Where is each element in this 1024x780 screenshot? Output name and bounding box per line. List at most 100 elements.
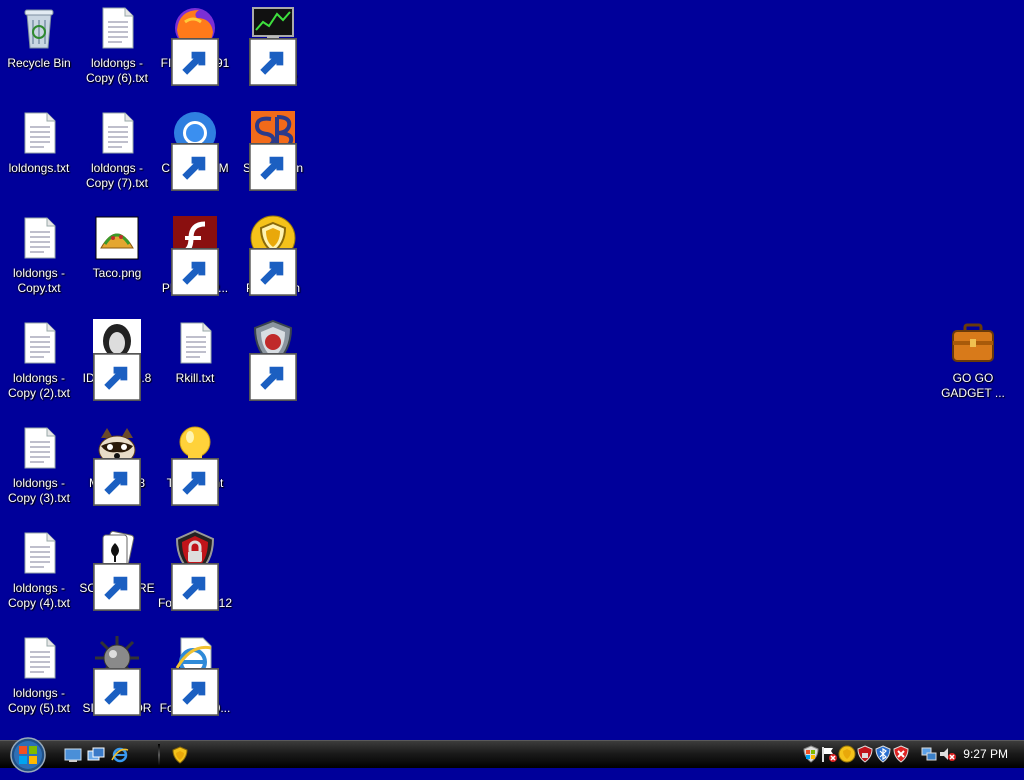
taskbar-separator xyxy=(158,744,160,766)
lightbulb-icon xyxy=(171,424,219,506)
text-file-icon xyxy=(93,4,141,52)
red-x-shield-icon xyxy=(893,745,909,763)
desktop-icon-loldongs-copy-5-txt[interactable]: loldongs - Copy (5).txt xyxy=(0,632,78,732)
internet-explorer-document-icon xyxy=(171,634,219,716)
internet-explorer-quicklaunch[interactable] xyxy=(110,745,130,765)
shortcut-arrow-icon xyxy=(93,668,141,716)
desktop-icon-label: loldongs - Copy (3).txt xyxy=(7,476,70,505)
briefcase-icon xyxy=(949,319,997,367)
desktop-icon-internet-security[interactable]: Internet Security xyxy=(234,317,312,417)
tray-smart-fortress[interactable] xyxy=(892,745,910,763)
gray-shield-icon xyxy=(249,319,297,401)
desktop-icon-recycle-bin[interactable]: Recycle Bin xyxy=(0,2,78,102)
tray-action-center[interactable] xyxy=(820,745,838,763)
desktop-icon-loldongs-copy-4-txt[interactable]: loldongs - Copy (4).txt xyxy=(0,527,78,627)
shortcut-arrow-icon xyxy=(171,458,219,506)
desktop-icon-label: Rkill.txt xyxy=(175,371,215,385)
windows-shield-icon xyxy=(803,745,819,763)
desktop-icon-loldongs-copy-7-txt[interactable]: loldongs - Copy (7).txt xyxy=(78,107,156,207)
desktop-icon-label: loldongs - Copy (2).txt xyxy=(7,371,70,400)
tray-volume[interactable] xyxy=(938,745,956,763)
network-icon xyxy=(921,747,937,761)
desktop-icon-smart-fortress-20[interactable]: Smart Fortress 20... xyxy=(156,632,234,732)
desktop: Recycle Bin loldongs.txt loldongs - Copy… xyxy=(0,0,1024,740)
flag-warning-icon xyxy=(822,747,837,762)
text-file-icon xyxy=(15,109,63,157)
red-shield-lock-icon xyxy=(171,529,219,611)
desktop-icon-loldongs-copy-6-txt[interactable]: loldongs - Copy (6).txt xyxy=(78,2,156,102)
shortcut-arrow-icon xyxy=(171,38,219,86)
tray-malware-protection[interactable] xyxy=(838,745,856,763)
recycle-bin-icon xyxy=(15,4,63,52)
desktop-icon-label: loldongs - Copy (6).txt xyxy=(85,56,148,85)
monitor-graph-icon xyxy=(249,4,297,86)
tray-security-center[interactable] xyxy=(802,745,820,763)
desktop-icon-label: loldongs - Copy (7).txt xyxy=(85,161,148,190)
desktop-icon-label: loldongs.txt xyxy=(8,161,70,175)
show-desktop-button[interactable] xyxy=(63,745,83,765)
speaker-muted-icon xyxy=(940,748,956,761)
text-file-icon xyxy=(15,319,63,367)
desktop-icon-bosnia-simulator[interactable]: BOSNIA SIMULATOR xyxy=(78,632,156,732)
windows-logo-icon xyxy=(10,737,46,773)
desktop-icon-label: loldongs - Copy (5).txt xyxy=(7,686,70,715)
tray-network[interactable] xyxy=(920,745,938,763)
taco-image-icon xyxy=(93,214,141,262)
desktop-icon-firefox[interactable]: FIREFOX 91 xyxy=(156,2,234,102)
desktop-icon-smart-fortress-2012[interactable]: Smart Fortress 2012 xyxy=(156,527,234,627)
text-file-icon xyxy=(15,634,63,682)
sb-logo-icon xyxy=(249,109,297,191)
desktop-icon-label: loldongs - Copy (4).txt xyxy=(7,581,70,610)
shortcut-arrow-icon xyxy=(249,248,297,296)
blue-shield-icon xyxy=(875,745,891,763)
shortcut-arrow-icon xyxy=(171,143,219,191)
taskbar-clock[interactable]: 9:27 PM xyxy=(963,747,1008,761)
desktop-icon-loldongs-copy-3-txt[interactable]: loldongs - Copy (3).txt xyxy=(0,422,78,522)
internet-explorer-icon xyxy=(111,747,129,763)
desktop-icon-mypal[interactable]: MYPAL 68 xyxy=(78,422,156,522)
shortcut-arrow-icon xyxy=(93,353,141,401)
chromium-icon xyxy=(171,109,219,191)
desktop-icon-chromium[interactable]: CHROMIUM 101 xyxy=(156,107,234,207)
shortcut-arrow-icon xyxy=(249,38,297,86)
desktop-icon-so-lit-aire[interactable]: SO LIT!! AIRE xyxy=(78,527,156,627)
shortcut-arrow-icon xyxy=(171,563,219,611)
gold-shield-icon xyxy=(172,746,188,764)
desktop-icon-go-go-gadget[interactable]: GO GO GADGET ... xyxy=(934,317,1012,417)
desktop-icon-loldongs-copy-txt[interactable]: loldongs - Copy.txt xyxy=(0,212,78,312)
desktop-icon-malware-protection[interactable]: Malware Protection xyxy=(234,212,312,312)
desktop-icon-smartboan[interactable]: SmartBoan xyxy=(234,107,312,207)
shortcut-arrow-icon xyxy=(249,143,297,191)
desktop-icon-label: GO GO GADGET ... xyxy=(941,371,1005,400)
show-desktop-icon xyxy=(64,748,82,762)
text-file-icon xyxy=(15,214,63,262)
shortcut-arrow-icon xyxy=(249,353,297,401)
desktop-icon-loldongs-txt[interactable]: loldongs.txt xyxy=(0,107,78,207)
desktop-icon-rkill-txt[interactable]: Rkill.txt xyxy=(156,317,234,417)
gold-shield-icon xyxy=(838,745,856,763)
flash-player-icon xyxy=(171,214,219,296)
text-file-icon xyxy=(93,109,141,157)
tray-bluetooth[interactable] xyxy=(874,745,892,763)
taskbar: 9:27 PM xyxy=(0,737,1024,773)
taskbar-running-app[interactable] xyxy=(170,745,190,765)
text-file-icon xyxy=(15,424,63,472)
solitaire-cards-icon xyxy=(93,529,141,611)
text-file-icon xyxy=(15,529,63,577)
spiked-mine-icon xyxy=(93,634,141,716)
tray-internet-security[interactable] xyxy=(856,745,874,763)
raccoon-icon xyxy=(93,424,141,506)
switch-windows-icon xyxy=(87,747,105,761)
desktop-icon-flash-player[interactable]: FLASH PLAYER P... xyxy=(156,212,234,312)
desktop-icon-thinkpoint[interactable]: ThinkPoint xyxy=(156,422,234,522)
desktop-icon-process-hacker[interactable]: Process Hacker 2 xyxy=(234,2,312,102)
desktop-icon-label: loldongs - Copy.txt xyxy=(12,266,66,295)
shortcut-arrow-icon xyxy=(171,668,219,716)
shortcut-arrow-icon xyxy=(93,458,141,506)
desktop-icon-taco-png[interactable]: Taco.png xyxy=(78,212,156,312)
switch-windows-button[interactable] xyxy=(86,745,106,765)
start-button[interactable] xyxy=(8,735,48,775)
desktop-icon-ida-pro[interactable]: IDA PRO 6.8 xyxy=(78,317,156,417)
shortcut-arrow-icon xyxy=(93,563,141,611)
desktop-icon-loldongs-copy-2-txt[interactable]: loldongs - Copy (2).txt xyxy=(0,317,78,417)
